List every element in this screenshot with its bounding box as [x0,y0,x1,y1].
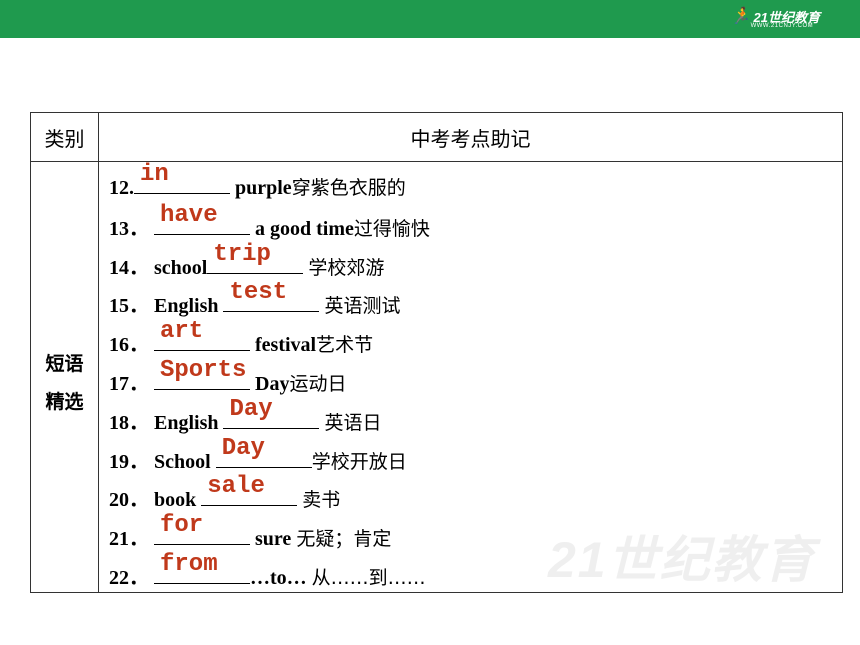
row-number: 14． [109,256,154,279]
row-suffix: …to… [250,567,312,589]
row-number: 22． [109,567,154,589]
answer-text: test [229,279,288,307]
row-chinese-meaning: 无疑；肯定 [296,528,392,551]
phrase-row: 15． English test 英语测试 [109,279,401,319]
row-number: 20． [109,489,154,512]
row-number: 13． [109,217,154,240]
answer-text: in [140,161,169,188]
site-logo: 🏃 21世纪教育 WWW.21CNJY.COM [730,6,820,29]
row-chinese-meaning: 穿紫色衣服的 [291,177,406,199]
row-suffix: purple [230,177,292,199]
row-chinese-meaning: 学校开放日 [311,450,407,473]
watermark: 21世纪教育 [548,532,816,588]
row-number: 19． [109,450,154,473]
phrase-row: 17． Sports Day运动日 [109,357,347,397]
column-divider [98,113,99,592]
category-line-1: 短语 [45,353,84,375]
row-suffix: Day [250,373,290,395]
row-chinese-meaning: 从……到…… [311,567,426,589]
row-chinese-meaning: 艺术节 [316,334,374,357]
category-line-2: 精选 [45,391,84,413]
phrase-row: 20． book sale 卖书 [109,473,341,513]
row-chinese-meaning: 学校郊游 [308,256,385,279]
row-number: 21． [109,528,154,551]
row-number: 12. [109,177,134,199]
row-number: 15． [109,295,154,318]
phrase-row: 21． for sure 无疑；肯定 [109,512,392,552]
phrase-row: 18． English Day 英语日 [109,396,382,436]
answer-text: for [160,512,204,540]
phrase-row: 16． art festival艺术节 [109,318,374,358]
row-prefix: English [154,295,224,318]
row-chinese-meaning: 运动日 [289,373,347,395]
answer-text: Day [221,434,265,462]
row-number: 18． [109,411,154,434]
phrase-row: 19． School Day 学校开放日 [109,435,407,475]
row-suffix: festival [250,334,317,357]
phrase-row: 13． have a good time过得愉快 [109,202,430,242]
row-prefix: book [154,489,202,512]
top-banner: 🏃 21世纪教育 WWW.21CNJY.COM [0,0,860,38]
row-chinese-meaning: 英语测试 [324,295,401,318]
answer-text: have [160,201,218,229]
row-number: 17． [109,373,154,395]
logo-subtext: WWW.21CNJY.COM [750,23,814,29]
answer-text: trip [213,240,271,268]
answer-text: Day [229,395,273,423]
row-chinese-meaning: 卖书 [302,489,341,512]
answer-text: sale [207,473,265,501]
phrase-row: 12. in purple穿紫色衣服的 [109,161,406,203]
phrase-row: 14． school trip 学校郊游 [109,241,385,281]
row-suffix: sure [250,528,297,551]
phrase-row: 22． from …to… 从……到…… [109,551,426,591]
row-chinese-meaning: 英语日 [324,411,382,434]
header-category: 类别 [44,126,85,151]
answer-text: Sports [160,357,247,384]
row-prefix: school [154,256,208,279]
row-number: 16． [109,334,154,357]
header-main: 中考考点助记 [410,126,531,151]
category-label: 短语 精选 [31,345,98,421]
answer-text: from [160,551,218,578]
row-chinese-meaning: 过得愉快 [353,217,430,240]
answer-text: art [160,318,204,346]
runner-icon: 🏃 [730,8,751,25]
row-prefix: School [154,450,216,473]
row-suffix: a good time [250,217,354,240]
row-prefix: English [154,411,224,434]
